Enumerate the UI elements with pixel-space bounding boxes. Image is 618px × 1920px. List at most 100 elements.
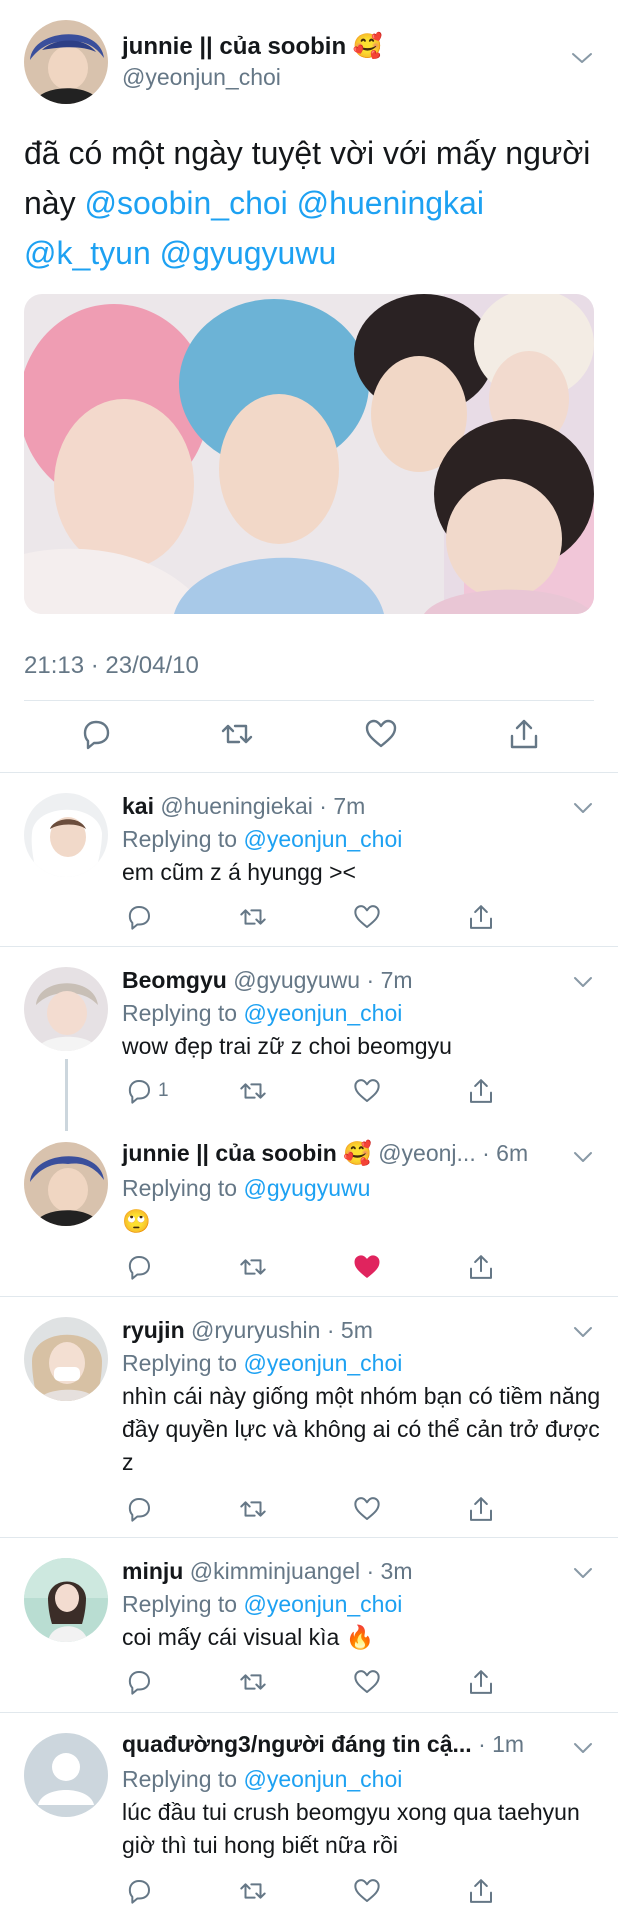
reply-text: lúc đầu tui crush beomgyu xong qua taehy… <box>122 1799 580 1858</box>
divider <box>24 700 594 701</box>
share-icon[interactable] <box>466 1667 496 1697</box>
reply-icon[interactable] <box>124 1076 154 1106</box>
reply-time: 7m <box>380 967 413 993</box>
avatar[interactable] <box>24 793 108 877</box>
reply-author-handle[interactable]: @hueningiekai <box>160 793 313 819</box>
reply-tweet[interactable]: ryujin @ryuryushin · 5m Replying to @yeo… <box>0 1297 618 1537</box>
mention-link[interactable]: @gyugyuwu <box>160 235 337 271</box>
retweet-icon[interactable] <box>238 1494 268 1524</box>
mention-link[interactable]: @soobin_choi <box>84 185 287 221</box>
main-tweet: junnie || của soobin 🥰 @yeonjun_choi đã … <box>0 0 618 770</box>
share-icon[interactable] <box>466 1252 496 1282</box>
retweet-icon[interactable] <box>238 1667 268 1697</box>
reply-author-handle[interactable]: @gyugyuwu <box>233 967 360 993</box>
reply-tweet[interactable]: quađường3/người đáng tin cậ... · 1m Repl… <box>0 1713 618 1920</box>
avatar[interactable] <box>24 1558 108 1642</box>
like-icon[interactable] <box>363 716 399 752</box>
mention-link[interactable]: @hueningkai <box>297 185 484 221</box>
reply-icon[interactable] <box>78 716 114 752</box>
mention-link[interactable]: @yeonjun_choi <box>243 1350 402 1376</box>
retweet-icon[interactable] <box>238 1252 268 1282</box>
mention-link[interactable]: @k_tyun <box>24 235 151 271</box>
reply-author-name[interactable]: minju <box>122 1558 183 1584</box>
like-icon[interactable] <box>352 1076 382 1106</box>
reply-action-bar <box>0 1494 618 1526</box>
reply-action-bar <box>0 1876 618 1908</box>
chevron-down-icon[interactable] <box>572 1741 594 1755</box>
like-icon[interactable] <box>352 902 382 932</box>
reply-author-handle[interactable]: @kimminjuangel <box>190 1558 360 1584</box>
reply-action-bar <box>0 902 618 934</box>
reply-author-handle[interactable]: @yeonj... <box>378 1140 476 1166</box>
chevron-down-icon[interactable] <box>572 1566 594 1580</box>
avatar[interactable] <box>24 967 108 1051</box>
mention-link[interactable]: @yeonjun_choi <box>243 826 402 852</box>
chevron-down-icon[interactable] <box>570 50 594 66</box>
author-handle[interactable]: @yeonjun_choi <box>122 64 281 91</box>
chevron-down-icon[interactable] <box>572 975 594 989</box>
reply-author-name[interactable]: kai <box>122 793 154 819</box>
reply-text: em cũm z á hyungg >< <box>122 859 356 885</box>
share-icon[interactable] <box>466 1076 496 1106</box>
reply-author-handle[interactable]: @ryuryushin <box>191 1317 320 1343</box>
retweet-icon[interactable] <box>219 716 255 752</box>
tweet-timestamp: 21:13 · 23/04/10 <box>24 652 199 679</box>
retweet-icon[interactable] <box>238 1876 268 1906</box>
reply-action-bar <box>0 1667 618 1699</box>
like-icon[interactable] <box>352 1667 382 1697</box>
separator-dot: · <box>360 1558 381 1584</box>
reply-time: 7m <box>333 793 366 819</box>
replying-to-label: Replying to <box>122 1000 244 1026</box>
reply-tweet[interactable]: kai @hueningiekai · 7m Replying to @yeon… <box>0 773 618 946</box>
tweet-photo[interactable] <box>24 294 594 614</box>
reply-author-name[interactable]: Beomgyu <box>122 967 227 993</box>
reply-icon[interactable] <box>124 1494 154 1524</box>
like-icon[interactable] <box>352 1876 382 1906</box>
tweet-action-bar <box>0 716 618 756</box>
reply-time: 1m <box>492 1731 525 1757</box>
reply-text: coi mấy cái visual kìa 🔥 <box>122 1624 375 1650</box>
mention-link[interactable]: @gyugyuwu <box>243 1175 370 1201</box>
chevron-down-icon[interactable] <box>572 1325 594 1339</box>
reply-author-name[interactable]: quađường3/người đáng tin cậ... <box>122 1731 472 1757</box>
reply-time: 5m <box>340 1317 373 1343</box>
author-name[interactable]: junnie || của soobin 🥰 <box>122 32 383 61</box>
mention-link[interactable]: @yeonjun_choi <box>243 1000 402 1026</box>
reply-icon[interactable] <box>124 1876 154 1906</box>
chevron-down-icon[interactable] <box>572 801 594 815</box>
replying-to: Replying to @gyugyuwu <box>122 1175 370 1202</box>
reply-tweet[interactable]: junnie || của soobin 🥰 @yeonj... · 6m Re… <box>0 1122 618 1295</box>
retweet-icon[interactable] <box>238 902 268 932</box>
reply-tweet[interactable]: minju @kimminjuangel · 3m Replying to @y… <box>0 1538 618 1711</box>
mention-link[interactable]: @yeonjun_choi <box>243 1766 402 1792</box>
author-avatar[interactable] <box>24 20 108 104</box>
reply-icon[interactable] <box>124 1252 154 1282</box>
like-icon[interactable] <box>352 1494 382 1524</box>
reply-text: nhìn cái này giống một nhóm bạn có tiềm … <box>122 1383 601 1475</box>
replying-to: Replying to @yeonjun_choi <box>122 1766 402 1793</box>
retweet-icon[interactable] <box>238 1076 268 1106</box>
share-icon[interactable] <box>466 902 496 932</box>
reply-tweet[interactable]: Beomgyu @gyugyuwu · 7m Replying to @yeon… <box>0 947 618 1131</box>
share-icon[interactable] <box>466 1876 496 1906</box>
reply-icon[interactable] <box>124 902 154 932</box>
avatar[interactable] <box>24 1317 108 1401</box>
reply-time: 3m <box>380 1558 413 1584</box>
replying-to-label: Replying to <box>122 826 244 852</box>
reply-header: Beomgyu @gyugyuwu · 7m <box>122 967 413 994</box>
like-icon-filled[interactable] <box>352 1252 382 1282</box>
default-avatar[interactable] <box>24 1733 108 1817</box>
replying-to-label: Replying to <box>122 1591 244 1617</box>
reply-header: minju @kimminjuangel · 3m <box>122 1558 413 1585</box>
reply-author-name[interactable]: junnie || của soobin 🥰 <box>122 1140 372 1166</box>
reply-header: kai @hueningiekai · 7m <box>122 793 365 820</box>
reply-author-name[interactable]: ryujin <box>122 1317 185 1343</box>
share-icon[interactable] <box>506 716 542 752</box>
share-icon[interactable] <box>466 1494 496 1524</box>
reply-action-bar: 1 <box>0 1076 618 1108</box>
replying-to-label: Replying to <box>122 1766 244 1792</box>
mention-link[interactable]: @yeonjun_choi <box>243 1591 402 1617</box>
reply-icon[interactable] <box>124 1667 154 1697</box>
chevron-down-icon[interactable] <box>572 1150 594 1164</box>
avatar[interactable] <box>24 1142 108 1226</box>
